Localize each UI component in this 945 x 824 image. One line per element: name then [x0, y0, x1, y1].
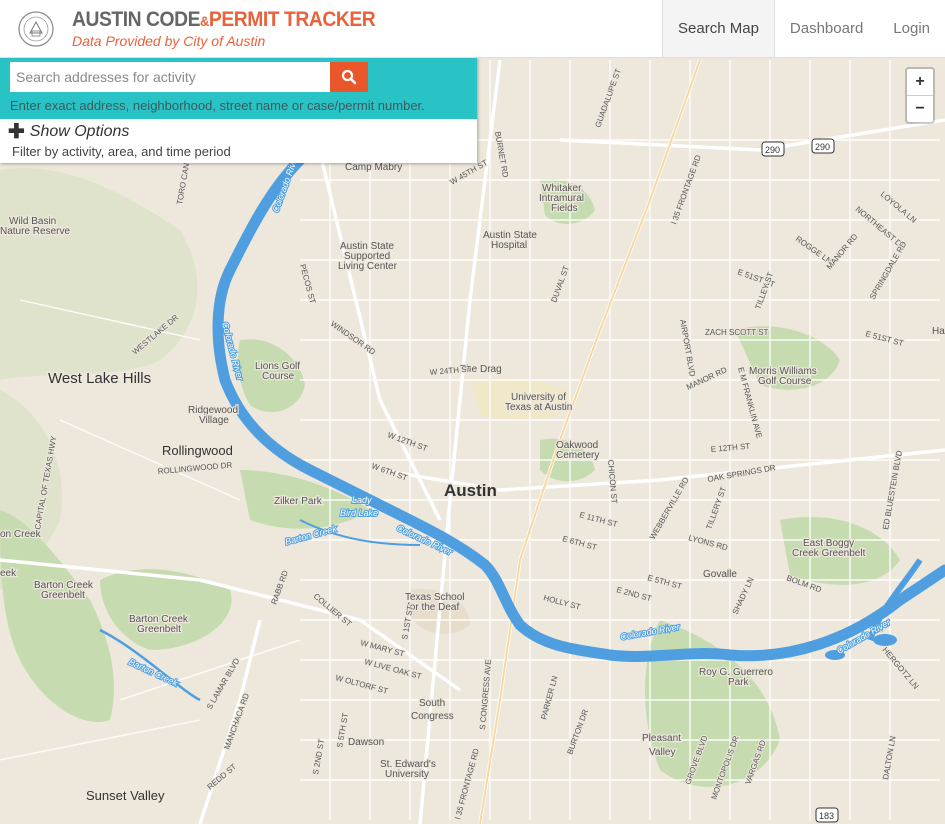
place-label: Hospital: [491, 240, 527, 251]
place-label: Pleasant: [642, 733, 681, 744]
zoom-out-button[interactable]: −: [907, 96, 933, 122]
top-nav: Search Map Dashboard Login: [662, 0, 945, 57]
options-description: Filter by activity, area, and time perio…: [12, 144, 231, 159]
street-label: ZACH SCOTT ST: [705, 328, 769, 337]
place-label: Congress: [411, 711, 454, 722]
place-label: Living Center: [338, 261, 398, 272]
place-label: Creek Greenbelt: [792, 548, 866, 559]
place-label: Fields: [551, 203, 578, 214]
water-label: Bird Lake: [340, 508, 378, 518]
map-canvas[interactable]: Austin West Lake Hills Rollingwood Sunse…: [0, 57, 945, 824]
options-section: ✚ Show Options Filter by activity, area,…: [0, 119, 477, 163]
highway-shield: 290: [811, 138, 835, 154]
nav-search-map[interactable]: Search Map: [662, 0, 775, 57]
place-label: Village: [199, 415, 229, 426]
highway-shield: 290: [761, 141, 785, 157]
place-label: for the Deaf: [407, 602, 459, 613]
zoom-control: + −: [905, 67, 935, 124]
nav-dashboard[interactable]: Dashboard: [775, 0, 878, 57]
place-label: eek: [0, 568, 17, 579]
brand-subtitle: Data Provided by City of Austin: [72, 33, 266, 49]
search-panel: Enter exact address, neighborhood, stree…: [0, 57, 477, 163]
search-input[interactable]: [10, 62, 330, 92]
place-label: Govalle: [703, 569, 737, 580]
brand[interactable]: AUSTIN CODE&PERMIT TRACKER Data Provided…: [72, 8, 402, 49]
search-row: [10, 62, 368, 92]
place-label: Texas at Austin: [505, 402, 572, 413]
city-label-austin: Austin: [444, 481, 497, 500]
svg-text:290: 290: [815, 142, 830, 152]
city-label-sunset-valley: Sunset Valley: [86, 788, 165, 803]
place-label: Zilker Park: [274, 496, 323, 507]
show-options-toggle[interactable]: ✚ Show Options: [8, 121, 465, 143]
place-label: Golf Course: [758, 376, 812, 387]
place-label: Camp Mabry: [345, 162, 402, 173]
place-label: Course: [262, 371, 295, 382]
app-header: AUSTIN CODE&PERMIT TRACKER Data Provided…: [0, 0, 945, 58]
place-label: on Creek: [0, 529, 42, 540]
city-label-rollingwood: Rollingwood: [162, 443, 233, 458]
plus-icon: ✚: [8, 121, 25, 143]
svg-text:183: 183: [819, 811, 834, 821]
zoom-in-button[interactable]: +: [907, 69, 933, 96]
place-label: Greenbelt: [41, 590, 85, 601]
search-box: Enter exact address, neighborhood, stree…: [0, 57, 477, 119]
place-label: Park: [728, 677, 750, 688]
search-icon: [341, 69, 357, 85]
map-view[interactable]: Austin West Lake Hills Rollingwood Sunse…: [0, 57, 945, 824]
search-button[interactable]: [330, 62, 368, 92]
place-label: Ha: [932, 326, 945, 337]
highway-shield: 183: [815, 807, 839, 823]
brand-title: AUSTIN CODE&PERMIT TRACKER: [72, 8, 376, 31]
place-label: South: [419, 698, 445, 709]
place-label: Nature Reserve: [0, 226, 70, 237]
city-seal-logo: [18, 11, 54, 47]
nav-login[interactable]: Login: [878, 0, 945, 57]
svg-text:290: 290: [765, 145, 780, 155]
search-hint: Enter exact address, neighborhood, stree…: [10, 98, 425, 113]
place-label: Cemetery: [556, 450, 599, 461]
show-options-label: Show Options: [29, 123, 130, 140]
place-label: University: [385, 769, 429, 780]
place-label: Dawson: [348, 737, 384, 748]
place-label: Valley: [649, 747, 676, 758]
water-label: Lady: [352, 495, 372, 505]
place-label: Greenbelt: [137, 624, 181, 635]
city-label-west-lake-hills: West Lake Hills: [48, 370, 151, 387]
